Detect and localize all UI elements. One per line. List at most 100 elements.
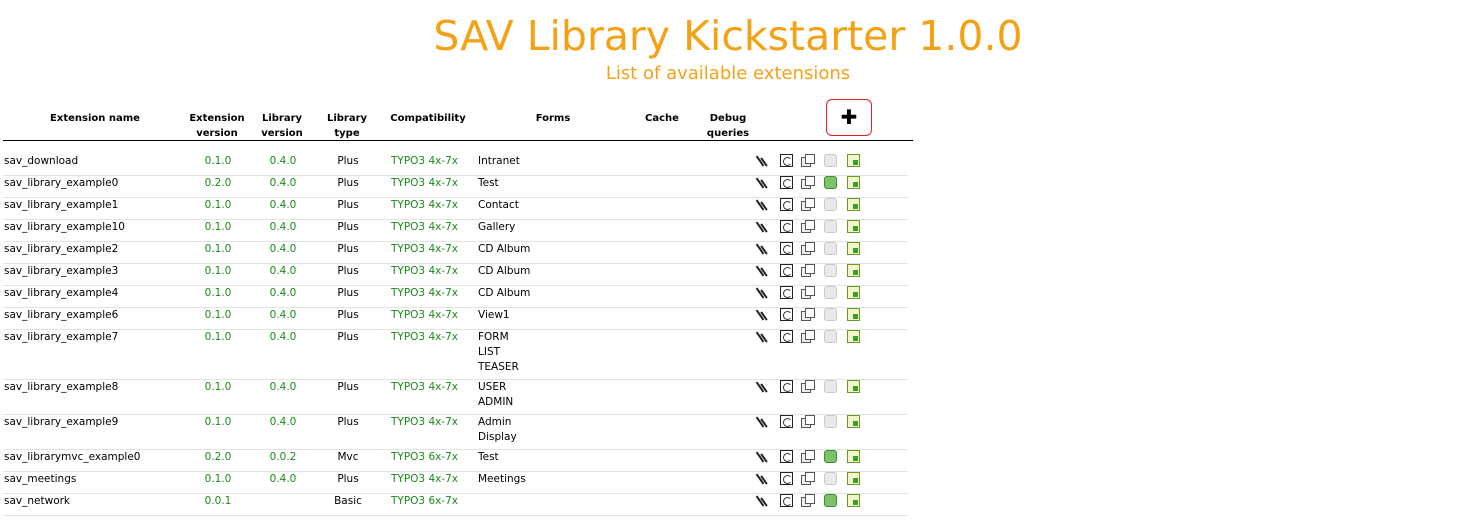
document-icon[interactable] — [847, 380, 860, 393]
regenerate-icon[interactable] — [780, 198, 793, 211]
cache-icon[interactable] — [824, 472, 837, 485]
edit-icon[interactable] — [757, 494, 770, 507]
regenerate-icon[interactable] — [780, 286, 793, 299]
document-icon[interactable] — [847, 308, 860, 321]
edit-icon[interactable] — [757, 472, 770, 485]
cache-icon[interactable] — [824, 308, 837, 321]
extension-name: sav_library_example2 — [4, 243, 119, 255]
regenerate-icon[interactable] — [780, 330, 793, 343]
document-icon[interactable] — [847, 220, 860, 233]
document-icon[interactable] — [847, 472, 860, 485]
library-type: Plus — [337, 331, 359, 343]
document-icon[interactable] — [847, 176, 860, 189]
cache-icon[interactable] — [824, 494, 837, 507]
compatibility: TYPO3 6x-7x — [391, 495, 459, 507]
regenerate-icon[interactable] — [780, 242, 793, 255]
extension-name: sav_download — [4, 155, 79, 167]
copy-icon[interactable] — [801, 380, 815, 393]
copy-icon[interactable] — [801, 242, 815, 255]
copy-icon[interactable] — [801, 198, 815, 211]
copy-icon[interactable] — [801, 308, 815, 321]
cache-icon[interactable] — [824, 450, 837, 463]
extension-row: sav_library_example7 0.1.0 0.4.0 Plus TYPO3 … — [3, 330, 908, 380]
library-version: 0.4.0 — [269, 221, 297, 233]
cache-icon[interactable] — [824, 286, 837, 299]
edit-icon[interactable] — [757, 220, 770, 233]
edit-icon[interactable] — [757, 450, 770, 463]
regenerate-icon[interactable] — [780, 494, 793, 507]
copy-icon[interactable] — [801, 494, 815, 507]
document-icon[interactable] — [847, 450, 860, 463]
regenerate-icon[interactable] — [780, 220, 793, 233]
cache-icon[interactable] — [824, 198, 837, 211]
regenerate-icon[interactable] — [780, 380, 793, 393]
extension-version: 0.1.0 — [204, 265, 232, 277]
col-header-extension-version-line1: Extension — [189, 113, 245, 124]
copy-icon[interactable] — [801, 330, 815, 343]
regenerate-icon[interactable] — [780, 308, 793, 321]
extension-version: 0.1.0 — [204, 309, 232, 321]
forms-list: Intranet — [478, 154, 520, 169]
cache-icon[interactable] — [824, 415, 837, 428]
edit-icon[interactable] — [757, 286, 770, 299]
library-version: 0.4.0 — [269, 416, 297, 428]
document-icon[interactable] — [847, 494, 860, 507]
regenerate-icon[interactable] — [780, 176, 793, 189]
form-name: ADMIN — [478, 396, 514, 408]
library-type: Plus — [337, 243, 359, 255]
document-icon[interactable] — [847, 415, 860, 428]
edit-icon[interactable] — [757, 380, 770, 393]
regenerate-icon[interactable] — [780, 415, 793, 428]
extension-version: 0.1.0 — [204, 416, 232, 428]
extension-version: 0.1.0 — [204, 473, 232, 485]
copy-icon[interactable] — [801, 415, 815, 428]
copy-icon[interactable] — [801, 264, 815, 277]
document-icon[interactable] — [847, 198, 860, 211]
edit-icon[interactable] — [757, 154, 770, 167]
regenerate-icon[interactable] — [780, 154, 793, 167]
edit-icon[interactable] — [757, 330, 770, 343]
library-type: Plus — [337, 416, 359, 428]
col-header-library-type-line1: Library — [326, 113, 368, 124]
cache-icon[interactable] — [824, 264, 837, 277]
library-type: Plus — [337, 287, 359, 299]
copy-icon[interactable] — [801, 176, 815, 189]
document-icon[interactable] — [847, 242, 860, 255]
extension-name: sav_library_example4 — [4, 287, 119, 299]
extension-name: sav_library_example9 — [4, 416, 119, 428]
extension-row: sav_library_example0 0.2.0 0.4.0 Plus TYPO3 … — [3, 176, 908, 198]
copy-icon[interactable] — [801, 450, 815, 463]
extension-row: sav_librarymvc_example0 0.2.0 0.0.2 Mvc TYPO… — [3, 450, 908, 472]
edit-icon[interactable] — [757, 264, 770, 277]
col-header-library-type-line2: type — [334, 128, 360, 139]
library-version: 0.4.0 — [269, 199, 297, 211]
edit-icon[interactable] — [757, 415, 770, 428]
edit-icon[interactable] — [757, 242, 770, 255]
edit-icon[interactable] — [757, 308, 770, 321]
extension-row: sav_library_example6 0.1.0 0.4.0 Plus TYPO3 … — [3, 308, 908, 330]
extension-name: sav_library_example7 — [4, 331, 119, 343]
extension-version: 0.1.0 — [204, 243, 232, 255]
document-icon[interactable] — [847, 286, 860, 299]
document-icon[interactable] — [847, 154, 860, 167]
cache-icon[interactable] — [824, 330, 837, 343]
edit-icon[interactable] — [757, 198, 770, 211]
copy-icon[interactable] — [801, 472, 815, 485]
cache-icon[interactable] — [824, 380, 837, 393]
document-icon[interactable] — [847, 264, 860, 277]
copy-icon[interactable] — [801, 286, 815, 299]
copy-icon[interactable] — [801, 220, 815, 233]
edit-icon[interactable] — [757, 176, 770, 189]
copy-icon[interactable] — [801, 154, 815, 167]
regenerate-icon[interactable] — [780, 472, 793, 485]
compatibility: TYPO3 4x-7x — [391, 177, 459, 189]
add-extension-button[interactable]: ✚ — [826, 99, 872, 136]
regenerate-icon[interactable] — [780, 264, 793, 277]
document-icon[interactable] — [847, 330, 860, 343]
cache-icon[interactable] — [824, 176, 837, 189]
col-header-library-version-line2: version — [261, 128, 303, 139]
regenerate-icon[interactable] — [780, 450, 793, 463]
cache-icon[interactable] — [824, 242, 837, 255]
cache-icon[interactable] — [824, 220, 837, 233]
cache-icon[interactable] — [824, 154, 837, 167]
